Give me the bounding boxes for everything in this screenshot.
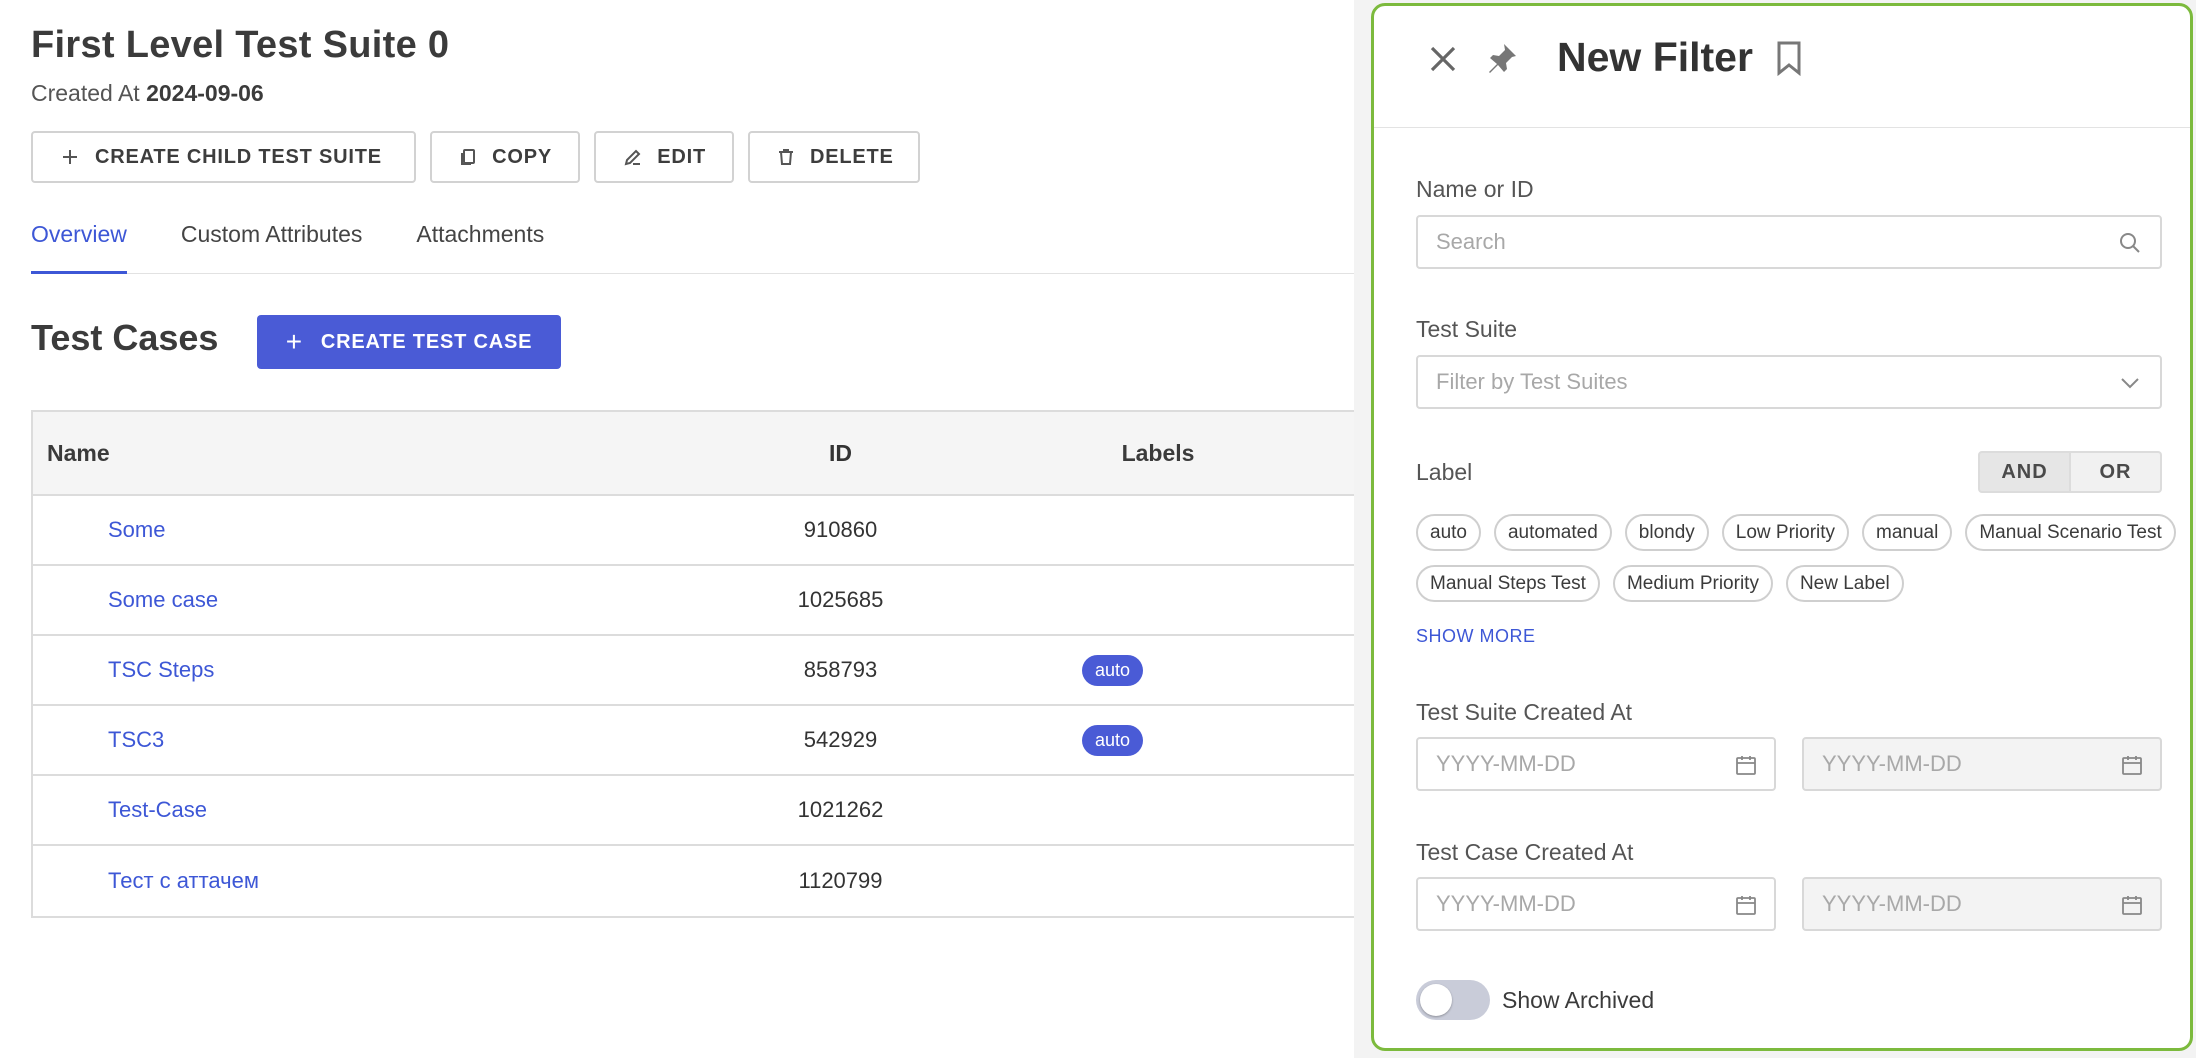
show-archived-toggle[interactable] (1416, 980, 1490, 1020)
and-button[interactable]: AND (1978, 451, 2071, 493)
label-chip[interactable]: manual (1862, 514, 1953, 551)
show-more-link[interactable]: SHOW MORE (1416, 626, 1536, 647)
table-row[interactable]: TSC Steps 858793 auto (33, 636, 1354, 706)
tab-overview[interactable]: Overview (31, 218, 127, 274)
copy-icon (458, 146, 478, 168)
label-badge: auto (1082, 654, 1144, 686)
toggle-knob (1420, 984, 1452, 1016)
test-case-labels: auto (1048, 724, 1348, 756)
table-row[interactable]: Some case 1025685 (33, 566, 1354, 636)
test-case-name-link[interactable]: TSC Steps (33, 657, 633, 683)
case-created-from-date[interactable]: YYYY-MM-DD (1416, 877, 1776, 931)
test-case-id: 542929 (803, 727, 878, 752)
test-case-id: 858793 (803, 657, 878, 682)
column-header-name[interactable]: Name (33, 440, 633, 467)
date-placeholder: YYYY-MM-DD (1436, 751, 1576, 776)
calendar-icon (1734, 753, 1758, 777)
label-chips: auto automated blondy Low Priority manua… (1416, 514, 2176, 602)
test-suite-select[interactable]: Filter by Test Suites (1416, 355, 2162, 409)
delete-button[interactable]: DELETE (748, 131, 920, 183)
test-case-id: 1025685 (797, 587, 884, 612)
test-cases-table: Name ID Labels Some 910860 Some case 102… (31, 410, 1354, 918)
bookmark-icon[interactable] (1776, 40, 1802, 77)
label-chip[interactable]: auto (1416, 514, 1481, 551)
pin-icon[interactable] (1484, 40, 1520, 76)
trash-icon (776, 146, 796, 168)
label-filter-label: Label (1416, 459, 1473, 485)
test-case-name-link[interactable]: Some (33, 517, 633, 543)
test-case-name-link[interactable]: Test-Case (33, 797, 633, 823)
label-chip[interactable]: automated (1493, 514, 1612, 551)
create-test-case-button[interactable]: + CREATE TEST CASE (257, 315, 561, 369)
test-suite-label: Test Suite (1416, 316, 1517, 342)
date-placeholder: YYYY-MM-DD (1822, 751, 1962, 776)
or-button[interactable]: OR (2071, 451, 2162, 493)
calendar-icon (1734, 893, 1758, 917)
column-header-id[interactable]: ID (633, 440, 1048, 467)
test-case-created-label: Test Case Created At (1416, 839, 1634, 865)
calendar-icon (2120, 753, 2144, 777)
tab-bar: Overview Custom Attributes Attachments (31, 218, 1354, 274)
table-row[interactable]: Some 910860 (33, 496, 1354, 566)
test-suite-created-label: Test Suite Created At (1416, 699, 1633, 725)
calendar-icon (2120, 893, 2144, 917)
show-archived-label: Show Archived (1502, 987, 1655, 1013)
date-placeholder: YYYY-MM-DD (1436, 891, 1576, 916)
test-case-name-link[interactable]: TSC3 (33, 727, 633, 753)
tab-attachments[interactable]: Attachments (416, 218, 544, 274)
table-row[interactable]: Test-Case 1021262 (33, 776, 1354, 846)
create-child-suite-label: CREATE CHILD TEST SUITE (95, 145, 382, 168)
delete-label: DELETE (810, 145, 894, 168)
label-logic-toggle: AND OR (1978, 451, 2162, 493)
label-chip[interactable]: Manual Scenario Test (1965, 514, 2176, 551)
label-chip[interactable]: New Label (1785, 565, 1904, 602)
plus-icon: + (285, 326, 303, 357)
date-placeholder: YYYY-MM-DD (1822, 891, 1962, 916)
test-case-labels: auto (1048, 654, 1348, 686)
label-chip[interactable]: Manual Steps Test (1416, 565, 1600, 602)
created-at: Created At 2024-09-06 (31, 80, 264, 107)
plus-icon (59, 146, 81, 168)
create-test-case-label: CREATE TEST CASE (320, 330, 533, 353)
table-row[interactable]: TSC3 542929 auto (33, 706, 1354, 776)
pencil-icon (622, 146, 643, 168)
label-chip[interactable]: Low Priority (1721, 514, 1850, 551)
table-header: Name ID Labels (33, 412, 1354, 496)
test-suite-placeholder: Filter by Test Suites (1436, 369, 1628, 394)
test-case-id: 1021262 (797, 797, 884, 822)
test-case-id: 910860 (803, 517, 878, 542)
name-or-id-search-input[interactable]: Search (1416, 215, 2162, 269)
label-chip[interactable]: blondy (1624, 514, 1709, 551)
column-header-labels[interactable]: Labels (1048, 440, 1348, 467)
test-case-id: 1120799 (798, 868, 883, 893)
copy-label: COPY (492, 145, 552, 168)
filter-panel-header: New Filter (1374, 6, 2190, 128)
filter-panel: New Filter Name or ID Search Test Suite … (1371, 3, 2193, 1051)
test-case-name-link[interactable]: Тест с аттачем (33, 868, 633, 894)
search-placeholder: Search (1436, 229, 1506, 254)
created-at-date: 2024-09-06 (146, 80, 264, 106)
page-title: First Level Test Suite 0 (31, 24, 450, 66)
test-cases-heading: Test Cases (31, 317, 219, 358)
name-or-id-label: Name or ID (1416, 176, 1534, 202)
edit-label: EDIT (657, 145, 706, 168)
suite-created-to-date[interactable]: YYYY-MM-DD (1802, 737, 2162, 791)
filter-panel-title: New Filter (1557, 34, 1753, 80)
case-created-to-date[interactable]: YYYY-MM-DD (1802, 877, 2162, 931)
action-bar: CREATE CHILD TEST SUITE COPY EDIT DELETE (31, 131, 920, 183)
tab-custom-attributes[interactable]: Custom Attributes (181, 218, 363, 274)
create-child-suite-button[interactable]: CREATE CHILD TEST SUITE (31, 131, 416, 183)
label-chip[interactable]: Medium Priority (1612, 565, 1773, 602)
created-at-label: Created At (31, 80, 140, 106)
chevron-down-icon (2118, 371, 2142, 395)
test-case-name-link[interactable]: Some case (33, 587, 633, 613)
label-badge: auto (1082, 724, 1144, 756)
search-icon (2118, 231, 2142, 255)
table-row[interactable]: Тест с аттачем 1120799 (33, 846, 1354, 916)
edit-button[interactable]: EDIT (594, 131, 734, 183)
main-content: First Level Test Suite 0 Created At 2024… (0, 0, 1354, 1058)
suite-created-from-date[interactable]: YYYY-MM-DD (1416, 737, 1776, 791)
close-icon[interactable] (1426, 42, 1460, 76)
copy-button[interactable]: COPY (430, 131, 580, 183)
